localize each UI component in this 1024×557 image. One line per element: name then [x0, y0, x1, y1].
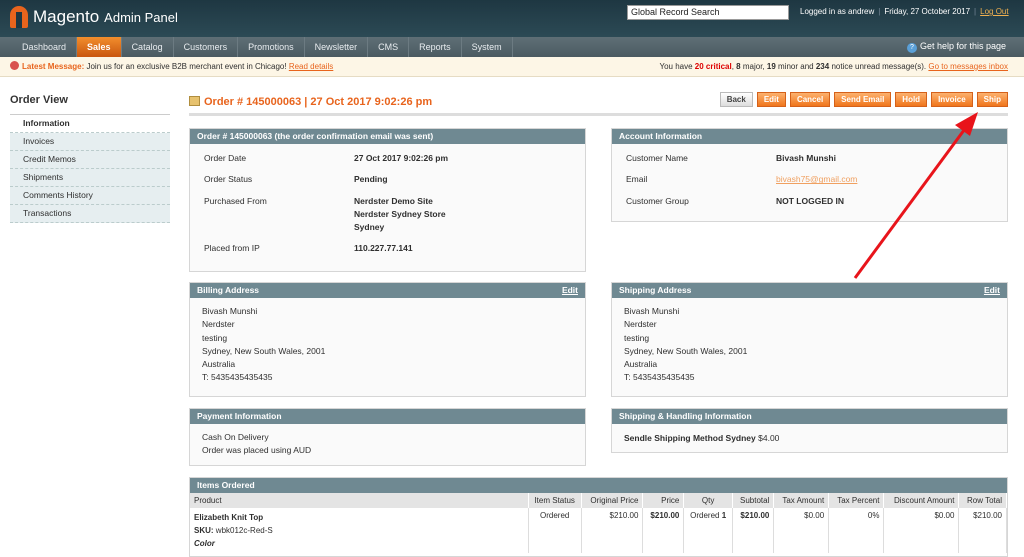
arrow-head: [955, 112, 978, 136]
arrow-shaft: [853, 121, 972, 279]
annotation-arrow: [853, 112, 978, 279]
